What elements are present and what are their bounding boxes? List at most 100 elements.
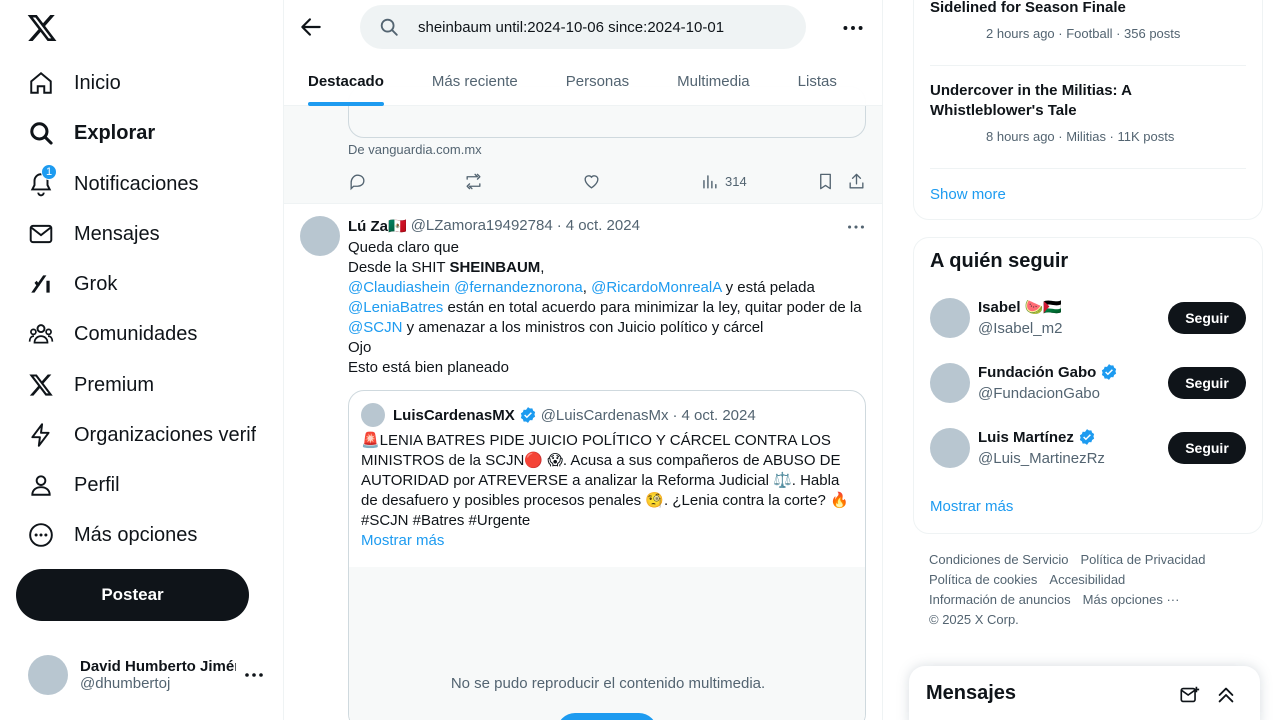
mention-link[interactable]: @Claudiashein (348, 279, 450, 296)
tweet-line: Esto está bien planeado (348, 359, 509, 376)
nav-label: Mensajes (74, 222, 160, 245)
quote-author-handle: @LuisCardenasMx (540, 406, 669, 424)
trend-item[interactable]: Sidelined for Season Finale 2 hours ago … (930, 0, 1246, 41)
like-button[interactable] (582, 172, 601, 191)
tab-latest[interactable]: Más reciente (408, 56, 542, 106)
follow-suggestion[interactable]: Fundación Gabo @FundacionGabo Seguir (930, 363, 1246, 407)
more-circle-icon (28, 522, 54, 548)
tab-lists[interactable]: Listas (774, 56, 861, 106)
account-switcher[interactable]: David Humberto Jiménez @dhumbertoj (16, 645, 268, 705)
footer-link[interactable]: Política de Privacidad (1080, 552, 1205, 567)
follow-suggestion[interactable]: Luis Martínez @Luis_MartinezRz Seguir (930, 428, 1246, 472)
follow-button[interactable]: Seguir (1168, 302, 1246, 334)
nav-label: Inicio (74, 71, 121, 94)
footer-link[interactable]: Política de cookies (929, 572, 1037, 587)
follow-button[interactable]: Seguir (1168, 367, 1246, 399)
tab-top[interactable]: Destacado (284, 56, 408, 106)
follow-suggestion[interactable]: Isabel 🍉🇵🇸 @Isabel_m2 Seguir (930, 298, 1246, 342)
mention-link[interactable]: @LeniaBatres (348, 299, 443, 316)
new-message-icon[interactable] (1179, 684, 1201, 706)
footer-link[interactable]: Más opciones ··· (1083, 592, 1180, 607)
show-more-link[interactable]: Show more (930, 186, 1006, 203)
tab-media[interactable]: Multimedia (653, 56, 774, 106)
nav-item-grok[interactable]: Grok (16, 261, 256, 307)
lightning-icon (28, 422, 54, 448)
nav-item-more[interactable]: Más opciones (16, 512, 256, 558)
reply-button[interactable] (348, 172, 367, 191)
show-more-link[interactable]: Mostrar más (930, 498, 1013, 515)
share-icon (849, 173, 864, 189)
main-column: Destacado Más reciente Personas Multimed… (284, 0, 883, 720)
account-handle: @dhumbertoj (80, 675, 171, 692)
media-retry-button[interactable] (557, 713, 657, 720)
quote-date: 4 oct. 2024 (681, 406, 756, 424)
nav-item-notifications[interactable]: 1 Notificaciones (16, 161, 256, 207)
footer-link[interactable]: Condiciones de Servicio (929, 552, 1068, 567)
nav-label: Premium (74, 373, 155, 396)
trend-title: Undercover in the Militias: A Whistleblo… (930, 82, 1132, 119)
suggestion-name-row: Fundación Gabo (978, 363, 1118, 381)
who-to-follow-panel: A quién seguir Isabel 🍉🇵🇸 @Isabel_m2 Seg… (913, 237, 1263, 534)
views-button[interactable]: 314 (700, 172, 747, 191)
x-logo-icon (28, 372, 54, 398)
post-button[interactable]: Postear (16, 569, 249, 621)
left-sidebar: Inicio Explorar 1 Notificaciones Mensaje… (0, 0, 284, 720)
search-tabs: Destacado Más reciente Personas Multimed… (284, 56, 882, 106)
avatar[interactable] (300, 216, 340, 256)
nav-item-home[interactable]: Inicio (16, 60, 256, 106)
back-arrow-icon[interactable] (298, 14, 324, 40)
mention-link[interactable]: @fernandeznorona (454, 279, 583, 296)
tweet-author-handle[interactable]: @LZamora19492784 (411, 217, 553, 235)
search-input[interactable] (418, 18, 798, 36)
trend-item[interactable]: Undercover in the Militias: A Whistleblo… (930, 81, 1246, 144)
nav-item-verified-orgs[interactable]: Organizaciones verificadas (16, 412, 256, 458)
divider (930, 168, 1246, 169)
tweet-author-name[interactable]: Lú Za🇲🇽 (348, 217, 407, 235)
tweet-actions: 314 (348, 172, 866, 192)
tab-people[interactable]: Personas (542, 56, 653, 106)
more-horizontal-icon[interactable] (840, 15, 866, 41)
bookmark-button[interactable] (816, 172, 835, 191)
right-sidebar: Sidelined for Season Finale 2 hours ago … (883, 0, 1280, 720)
nav-label: Más opciones (74, 523, 198, 546)
grok-icon (28, 271, 54, 297)
tweet-text-span: están en total acuerdo para minimizar la… (443, 299, 862, 316)
quote-dot: · (672, 406, 678, 424)
nav-item-profile[interactable]: Perfil (16, 462, 256, 508)
footer-links: Condiciones de Servicio Política de Priva… (929, 550, 1249, 630)
repost-button[interactable] (464, 172, 483, 191)
mention-link[interactable]: @RicardoMonrealA (591, 279, 721, 296)
previous-tweet[interactable]: De vanguardia.com.mx 314 (284, 86, 882, 204)
nav-item-explore[interactable]: Explorar (16, 110, 256, 156)
tweet-bold-text: SHEINBAUM (449, 259, 541, 276)
footer-link[interactable]: Accesibilidad (1049, 572, 1125, 587)
nav-item-communities[interactable]: Comunidades (16, 311, 256, 357)
follow-button[interactable]: Seguir (1168, 432, 1246, 464)
more-horizontal-icon[interactable] (845, 216, 867, 238)
suggestion-handle: @Isabel_m2 (978, 320, 1063, 337)
tweet[interactable]: Lú Za🇲🇽 @LZamora19492784 · 4 oct. 2024 Q… (284, 204, 882, 720)
quote-author-name: LuisCardenasMX (393, 406, 515, 424)
tweet-date[interactable]: 4 oct. 2024 (566, 217, 640, 235)
show-more-link[interactable]: Mostrar más (361, 532, 444, 549)
suggestion-name-row: Luis Martínez (978, 428, 1096, 446)
nav-item-messages[interactable]: Mensajes (16, 211, 256, 257)
panel-title: A quién seguir (930, 250, 1069, 272)
quote-text: 🚨LENIA BATRES PIDE JUICIO POLÍTICO Y CÁR… (361, 431, 857, 551)
messages-title: Mensajes (926, 682, 1017, 704)
search-icon (378, 16, 400, 38)
quoted-tweet[interactable]: LuisCardenasMX @LuisCardenasMx · 4 oct. … (348, 390, 866, 720)
nav-label: Grok (74, 272, 118, 295)
mention-link[interactable]: @SCJN (348, 319, 402, 336)
share-button[interactable] (847, 172, 866, 191)
x-logo-icon[interactable] (26, 12, 58, 44)
chevron-up-double-icon[interactable] (1215, 684, 1237, 706)
mail-icon (28, 221, 54, 247)
bookmark-icon (820, 173, 831, 190)
nav-label: Comunidades (74, 322, 198, 345)
tweet-header: Lú Za🇲🇽 @LZamora19492784 · 4 oct. 2024 (348, 217, 640, 235)
messages-drawer[interactable]: Mensajes (909, 666, 1260, 720)
nav-item-premium[interactable]: Premium (16, 362, 256, 408)
footer-link[interactable]: Información de anuncios (929, 592, 1071, 607)
trend-meta: 8 hours ago · Militias · 11K posts (986, 129, 1175, 144)
